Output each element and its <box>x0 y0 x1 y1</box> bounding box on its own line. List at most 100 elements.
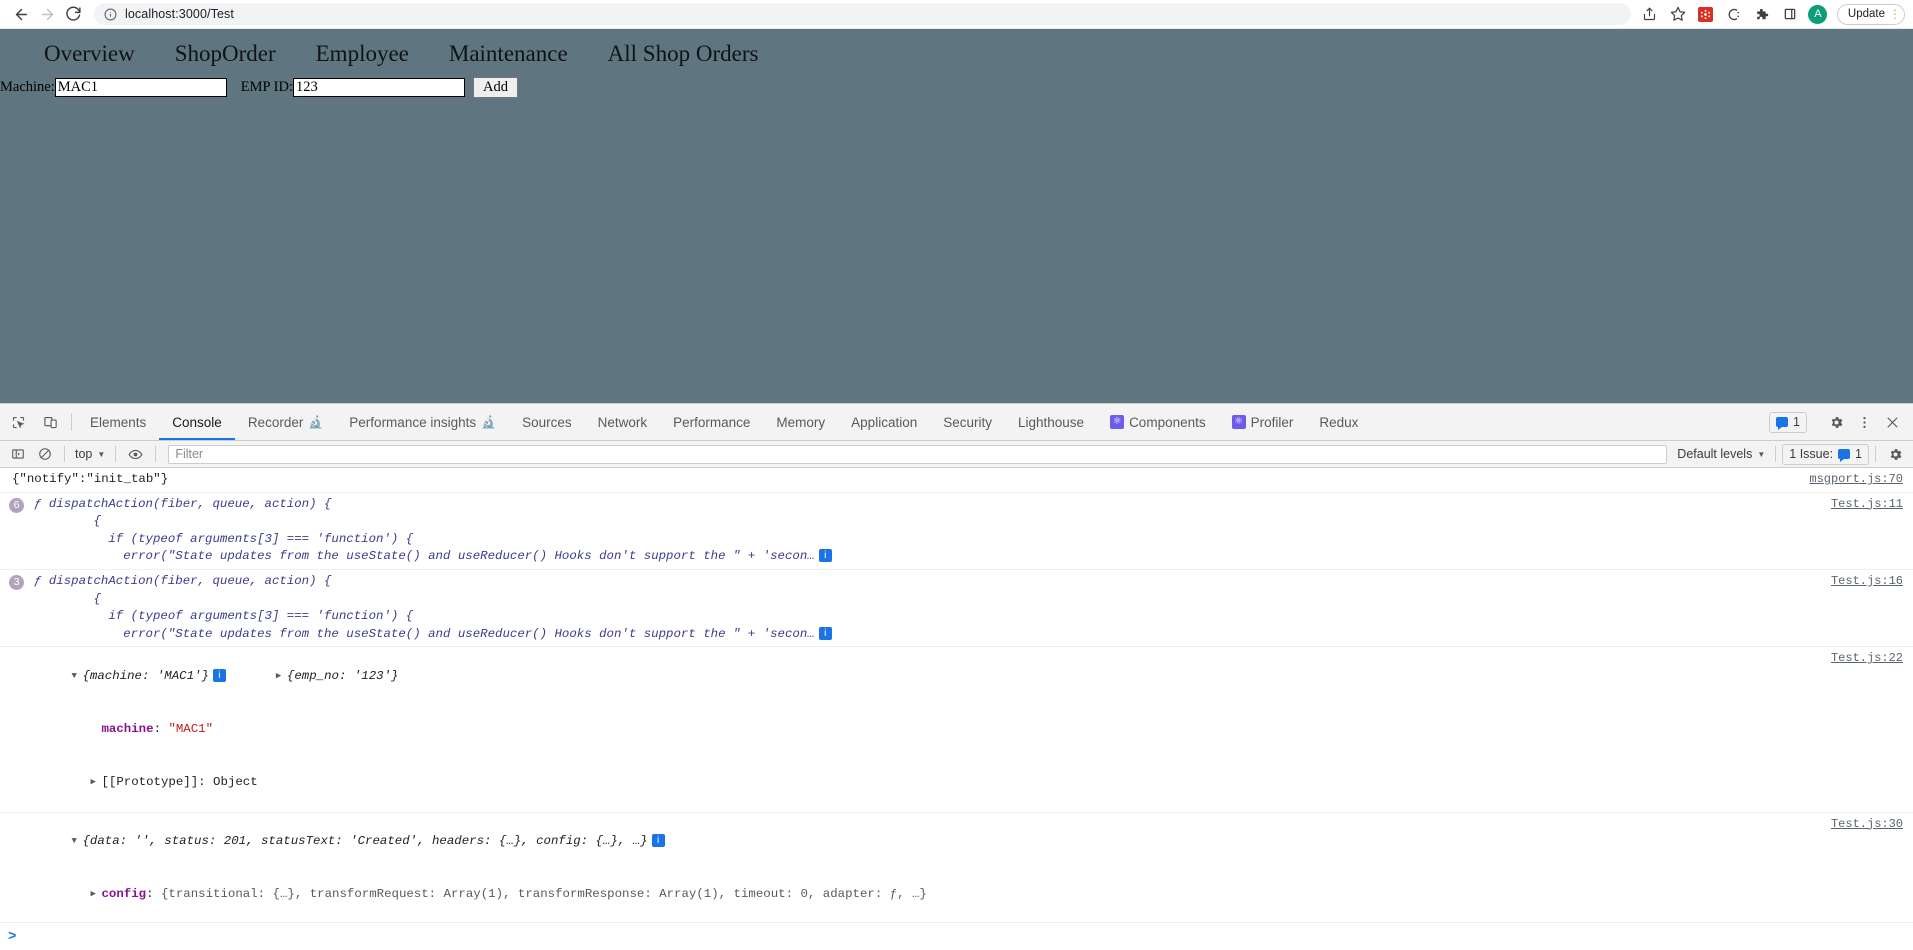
log-levels-selector[interactable]: Default levels ▼ <box>1673 447 1769 461</box>
issues-indicator[interactable]: 1 <box>1769 411 1807 433</box>
tab-label: Recorder <box>247 414 304 430</box>
devtools-tabbar: Elements Console Recorder 🔬 Performance i… <box>0 404 1913 441</box>
three-dot-menu-icon[interactable]: ⋮ <box>1889 7 1901 21</box>
console-object-row: machine: "MAC1" <box>101 721 214 736</box>
tab-security[interactable]: Security <box>930 404 1005 440</box>
device-toolbar-icon[interactable] <box>34 404 66 440</box>
close-icon[interactable] <box>1878 408 1906 436</box>
react-icon: ⚛ <box>1231 415 1246 429</box>
object-preview-1: {machine: 'MAC1'} <box>82 668 209 683</box>
browser-toolbar: localhost:3000/Test A Update ⋮ <box>0 0 1913 29</box>
console-message[interactable]: ▼ {data: '', status: 201, statusText: 'Cr… <box>0 813 1913 922</box>
disclosure-triangle-open-icon[interactable]: ▼ <box>72 833 83 851</box>
console-source-link[interactable]: Test.js:22 <box>1831 650 1903 668</box>
object-preview-2: {emp_no: '123'} <box>286 668 399 683</box>
extension-red-icon[interactable] <box>1693 1 1719 27</box>
info-circle-icon[interactable] <box>104 8 117 21</box>
inspect-element-icon[interactable] <box>2 404 34 440</box>
address-bar[interactable]: localhost:3000/Test <box>94 3 1631 25</box>
gear-icon[interactable] <box>1822 408 1850 436</box>
toolbar-divider <box>1875 446 1876 462</box>
console-sidebar-icon[interactable] <box>4 443 31 466</box>
console-source-link[interactable]: Test.js:11 <box>1831 496 1903 514</box>
emp-id-input[interactable] <box>293 78 465 97</box>
machine-label: Machine: <box>0 79 55 95</box>
tab-label: Application <box>851 414 918 430</box>
back-button[interactable] <box>8 1 34 27</box>
disclosure-triangle-closed-icon[interactable]: ▶ <box>91 886 102 904</box>
tab-elements[interactable]: Elements <box>77 404 159 440</box>
info-badge-icon[interactable]: i <box>818 626 832 640</box>
console-message[interactable]: 3 ƒ dispatchAction(fiber, queue, action)… <box>0 570 1913 648</box>
share-icon[interactable] <box>1637 1 1663 27</box>
side-panel-icon[interactable] <box>1777 1 1803 27</box>
console-message[interactable]: 6 ƒ dispatchAction(fiber, queue, action)… <box>0 493 1913 570</box>
disclosure-triangle-open-icon[interactable]: ▼ <box>72 668 83 686</box>
clear-console-icon[interactable] <box>31 443 58 466</box>
prompt-chevron-icon: > <box>8 928 17 945</box>
tab-label: Performance insights <box>349 414 477 430</box>
tab-performance[interactable]: Performance <box>660 404 763 440</box>
console-toolbar: top ▼ Default levels ▼ 1 Issue: 1 <box>0 441 1913 468</box>
update-button[interactable]: Update ⋮ <box>1836 3 1905 25</box>
gear-icon[interactable] <box>1882 443 1909 466</box>
tab-lighthouse[interactable]: Lighthouse <box>1005 404 1097 440</box>
tab-performance-insights[interactable]: Performance insights 🔬 <box>336 404 509 440</box>
object-key: config <box>101 887 147 902</box>
tab-profiler[interactable]: ⚛ Profiler <box>1219 404 1307 440</box>
console-object-header[interactable]: ▼ {data: '', status: 201, statusText: 'Cr… <box>12 816 1733 869</box>
add-button[interactable]: Add <box>473 77 518 98</box>
site-nav: Overview ShopOrder Employee Maintenance … <box>0 29 1913 77</box>
issue-speech-icon <box>1776 417 1789 430</box>
console-object-row[interactable]: ▶ config: {transitional: {…}, transformRe… <box>12 868 1733 921</box>
reload-button[interactable] <box>60 1 86 27</box>
console-object-header[interactable]: ▼ {machine: 'MAC1'} i ▶ {emp_no: '123'} <box>12 650 1733 703</box>
tab-application[interactable]: Application <box>838 404 930 440</box>
console-source-link[interactable]: Test.js:30 <box>1831 816 1903 834</box>
console-message[interactable]: {"notify":"init_tab"} msgport.js:70 <box>0 468 1913 493</box>
live-expression-eye-icon[interactable] <box>122 443 149 466</box>
address-bar-url: localhost:3000/Test <box>125 7 234 21</box>
tab-components[interactable]: ⚛ Components <box>1097 404 1219 440</box>
console-object-row[interactable]: ▶ [[Prototype]]: Object <box>12 756 1733 809</box>
star-icon[interactable] <box>1665 1 1691 27</box>
tab-recorder[interactable]: Recorder 🔬 <box>235 404 336 440</box>
console-filter-input[interactable] <box>168 444 1668 464</box>
nav-item-overview[interactable]: Overview <box>44 41 135 67</box>
react-icon: ⚛ <box>1110 415 1125 429</box>
console-message-line: { <box>34 514 101 529</box>
machine-input[interactable] <box>54 78 227 97</box>
nav-item-shoporder[interactable]: ShopOrder <box>175 41 276 67</box>
three-dot-menu-icon[interactable] <box>1850 408 1878 436</box>
console-message-list[interactable]: {"notify":"init_tab"} msgport.js:70 6 ƒ … <box>0 468 1913 922</box>
tab-console[interactable]: Console <box>159 404 235 440</box>
tab-memory[interactable]: Memory <box>763 404 838 440</box>
console-message-line: error("State updates from the useState()… <box>34 626 815 641</box>
execution-context-selector[interactable]: top ▼ <box>71 447 109 461</box>
colorzilla-icon[interactable] <box>1721 1 1747 27</box>
nav-item-all-shop-orders[interactable]: All Shop Orders <box>608 41 759 67</box>
avatar[interactable]: A <box>1805 1 1831 27</box>
tab-redux[interactable]: Redux <box>1306 404 1371 440</box>
disclosure-triangle-closed-icon[interactable]: ▶ <box>91 774 102 792</box>
toolbar-divider <box>115 446 117 462</box>
info-badge-icon[interactable]: i <box>212 668 226 682</box>
avatar-initial: A <box>1808 4 1828 24</box>
forward-button[interactable] <box>34 1 60 27</box>
tabbar-spacer <box>1371 404 1769 440</box>
nav-item-employee[interactable]: Employee <box>316 41 409 67</box>
extensions-puzzle-icon[interactable] <box>1749 1 1775 27</box>
tab-network[interactable]: Network <box>585 404 661 440</box>
console-prompt[interactable]: > <box>0 922 1913 950</box>
nav-item-maintenance[interactable]: Maintenance <box>449 41 568 67</box>
disclosure-triangle-closed-icon[interactable]: ▶ <box>276 668 287 686</box>
tab-sources[interactable]: Sources <box>509 404 585 440</box>
console-issues-button[interactable]: 1 Issue: 1 <box>1782 443 1869 465</box>
console-source-link[interactable]: Test.js:16 <box>1831 573 1903 591</box>
console-message-line: ƒ dispatchAction(fiber, queue, action) { <box>34 496 332 511</box>
console-message[interactable]: ▼ {machine: 'MAC1'} i ▶ {emp_no: '123'} mach… <box>0 647 1913 813</box>
info-badge-icon[interactable]: i <box>818 549 832 563</box>
console-source-link[interactable]: msgport.js:70 <box>1809 471 1903 489</box>
issues-count: 1 <box>1793 415 1800 429</box>
info-badge-icon[interactable]: i <box>651 834 665 848</box>
